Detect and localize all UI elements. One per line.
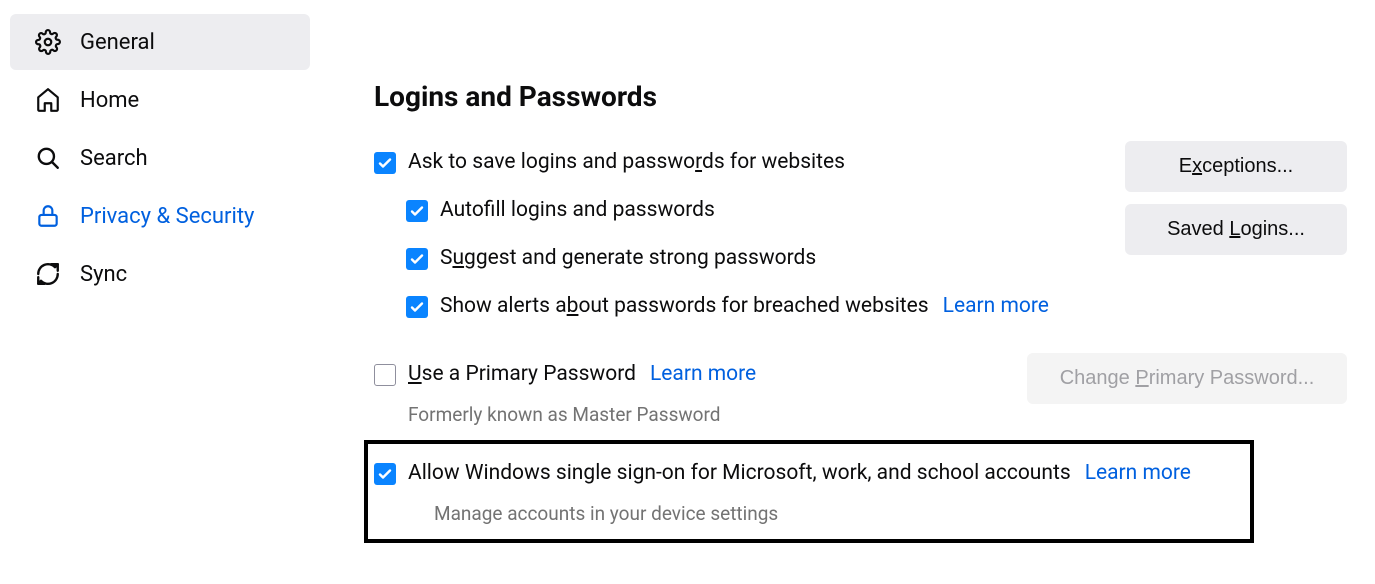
option-label: Allow Windows single sign-on for Microso… (408, 460, 1071, 487)
checkbox-windows-sso[interactable] (374, 463, 396, 485)
sidebar-item-search[interactable]: Search (10, 130, 310, 186)
learn-more-link[interactable]: Learn more (1085, 460, 1191, 487)
checkbox-breach-alerts[interactable] (406, 296, 428, 318)
highlight-box: Allow Windows single sign-on for Microso… (364, 440, 1254, 543)
change-primary-password-button: Change Primary Password... (1027, 353, 1347, 404)
home-icon (34, 86, 62, 114)
checkbox-primary-password[interactable] (374, 364, 396, 386)
sidebar-item-privacy-security[interactable]: Privacy & Security (10, 188, 310, 244)
option-ask-save-logins: Ask to save logins and passwords for web… (374, 141, 1105, 189)
checkbox-autofill[interactable] (406, 200, 428, 222)
sidebar-item-sync[interactable]: Sync (10, 246, 310, 302)
main-content: Logins and Passwords Ask to save logins … (320, 0, 1375, 584)
search-icon (34, 144, 62, 172)
gear-icon (34, 28, 62, 56)
section-title: Logins and Passwords (374, 80, 1365, 113)
exceptions-button[interactable]: Exceptions... (1125, 141, 1347, 192)
option-autofill: Autofill logins and passwords (374, 189, 1105, 237)
primary-password-hint: Formerly known as Master Password (374, 403, 1105, 426)
checkbox-suggest-strong[interactable] (406, 248, 428, 270)
learn-more-link[interactable]: Learn more (943, 293, 1049, 320)
option-label: Show alerts about passwords for breached… (440, 293, 929, 320)
sync-icon (34, 260, 62, 288)
sidebar-item-label: Home (80, 88, 139, 113)
learn-more-link[interactable]: Learn more (650, 361, 756, 388)
sidebar-item-label: Search (80, 146, 148, 171)
option-label: Autofill logins and passwords (440, 197, 715, 224)
lock-icon (34, 202, 62, 230)
option-breach-alerts: Show alerts about passwords for breached… (374, 285, 1105, 333)
checkbox-ask-save-logins[interactable] (374, 152, 396, 174)
sidebar: General Home Search Privacy & Security (0, 0, 320, 584)
sidebar-item-home[interactable]: Home (10, 72, 310, 128)
option-label: Ask to save logins and passwords for web… (408, 149, 845, 176)
sidebar-item-general[interactable]: General (10, 14, 310, 70)
option-label: Suggest and generate strong passwords (440, 245, 816, 272)
sso-hint: Manage accounts in your device settings (374, 502, 1242, 525)
option-suggest-strong: Suggest and generate strong passwords (374, 237, 1105, 285)
sidebar-item-label: Sync (80, 262, 127, 287)
sidebar-item-label: Privacy & Security (80, 204, 254, 229)
option-primary-password: Use a Primary Password Learn more (374, 353, 1105, 401)
saved-logins-button[interactable]: Saved Logins... (1125, 204, 1347, 255)
sidebar-item-label: General (80, 30, 155, 55)
option-label: Use a Primary Password (408, 361, 636, 388)
option-windows-sso: Allow Windows single sign-on for Microso… (374, 452, 1242, 500)
